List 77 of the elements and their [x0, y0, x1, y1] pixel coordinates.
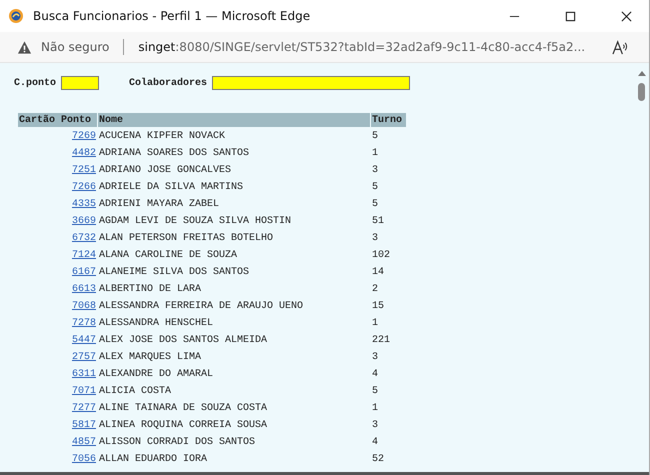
table-cell-text: ALESSANDRA FERREIRA DE ARAUJO UENO: [98, 300, 304, 314]
filter-label: C.ponto: [14, 78, 56, 88]
table-cell-text: 3: [371, 232, 380, 246]
table-cell-text: 1: [371, 146, 380, 160]
card-number-link[interactable]: 6167: [72, 266, 96, 278]
table-cell-text: ALAN PETERSON FREITAS BOTELHO: [98, 232, 274, 246]
card-number-link[interactable]: 7277: [72, 402, 96, 414]
card-number-link[interactable]: 5447: [72, 334, 96, 346]
table-cell-text: 3: [371, 350, 380, 364]
table-cell-text: ALICIA COSTA: [98, 384, 172, 398]
warning-icon[interactable]: [17, 40, 32, 54]
card-number-link[interactable]: 5817: [72, 420, 96, 430]
table-cell-text: 3: [371, 164, 380, 178]
table-cell-text: 51: [371, 214, 386, 228]
card-number-link[interactable]: 6311: [72, 368, 96, 380]
card-number-link[interactable]: 2757: [72, 352, 96, 362]
table-cell-text: 14: [371, 266, 386, 280]
security-label[interactable]: Não seguro: [41, 40, 110, 54]
window-title: Busca Funcionarios - Perfil 1 — Microsoft Edge: [33, 9, 312, 23]
table-cell-text: 5: [371, 198, 380, 212]
table-cell-text: 2: [371, 282, 380, 296]
card-number-link[interactable]: 6613: [72, 284, 96, 294]
table-cell-text: ADRIENI MAYARA ZABEL: [98, 198, 220, 212]
maximize-icon[interactable]: [565, 10, 576, 22]
table-cell-text: 221: [371, 334, 392, 348]
column-header: Cartão Ponto: [18, 113, 97, 127]
card-number-link[interactable]: 7124: [72, 250, 96, 260]
table-cell-text: 3: [371, 418, 380, 432]
filter-field[interactable]: [212, 76, 410, 90]
read-aloud-icon[interactable]: [612, 40, 629, 54]
card-number-link[interactable]: 7068: [72, 300, 96, 312]
table-cell-text: ALINE TAINARA DE SOUZA COSTA: [98, 402, 268, 416]
card-number-link[interactable]: 7278: [72, 318, 96, 328]
card-number-link[interactable]: 7071: [72, 386, 96, 396]
card-number-link[interactable]: 7251: [72, 164, 96, 176]
column-header: Nome: [98, 113, 370, 127]
scrollbar-thumb[interactable]: [638, 83, 645, 101]
address-field[interactable]: singet:8080/SINGE/servlet/ST532?tabId=32ad2af9-9c11-4c80-acc4-f5a2...: [138, 40, 602, 54]
card-number-link[interactable]: 6732: [72, 232, 96, 244]
table-cell-text: 15: [371, 300, 386, 314]
table-cell-text: 4: [371, 436, 380, 450]
card-number-link[interactable]: 4482: [72, 148, 96, 158]
column-header: Turno: [371, 113, 406, 127]
table-cell-text: ALLAN EDUARDO IORA: [98, 452, 208, 466]
card-number-link[interactable]: 4335: [72, 198, 96, 210]
card-number-link[interactable]: 7056: [72, 454, 96, 464]
table-cell-text: ADRIELE DA SILVA MARTINS: [98, 180, 244, 194]
table-cell-text: 1: [371, 402, 380, 416]
scroll-up-icon[interactable]: [638, 71, 646, 76]
table-cell-text: ALEX MARQUES LIMA: [98, 350, 202, 364]
table-cell-text: ALISSON CORRADI DOS SANTOS: [98, 436, 256, 450]
card-number-link[interactable]: 7269: [72, 130, 96, 142]
filter-label: Colaboradores: [129, 78, 208, 88]
browser-logo-icon: [8, 8, 24, 24]
table-cell-text: 102: [371, 248, 392, 262]
card-number-link[interactable]: 3669: [72, 216, 96, 226]
table-cell-text: 5: [371, 130, 380, 144]
table-cell-text: 4: [371, 368, 380, 382]
card-number-link[interactable]: 4857: [72, 436, 96, 448]
table-cell-text: 52: [371, 452, 386, 466]
table-cell-text: 5: [371, 384, 380, 398]
table-cell-text: ALINEA ROQUINA CORREIA SOUSA: [98, 418, 268, 432]
table-cell-text: ACUCENA KIPFER NOVACK: [98, 130, 226, 144]
table-cell-text: 5: [371, 180, 380, 194]
close-icon[interactable]: [621, 10, 632, 22]
table-cell-text: AGDAM LEVI DE SOUZA SILVA HOSTIN: [98, 214, 292, 228]
table-cell-text: ADRIANO JOSE GONCALVES: [98, 164, 232, 178]
card-number-link[interactable]: 7266: [72, 182, 96, 192]
table-cell-text: ALESSANDRA HENSCHEL: [98, 316, 214, 330]
table-cell-text: ADRIANA SOARES DOS SANTOS: [98, 146, 250, 160]
filter-field[interactable]: [61, 76, 100, 90]
table-cell-text: ALANEIME SILVA DOS SANTOS: [98, 266, 250, 280]
table-cell-text: ALBERTINO DE LARA: [98, 282, 202, 296]
table-cell-text: ALANA CAROLINE DE SOUZA: [98, 248, 238, 262]
table-cell-text: ALEX JOSE DOS SANTOS ALMEIDA: [98, 334, 268, 348]
table-cell-text: 1: [371, 316, 380, 330]
table-cell-text: ALEXANDRE DO AMARAL: [98, 368, 214, 382]
